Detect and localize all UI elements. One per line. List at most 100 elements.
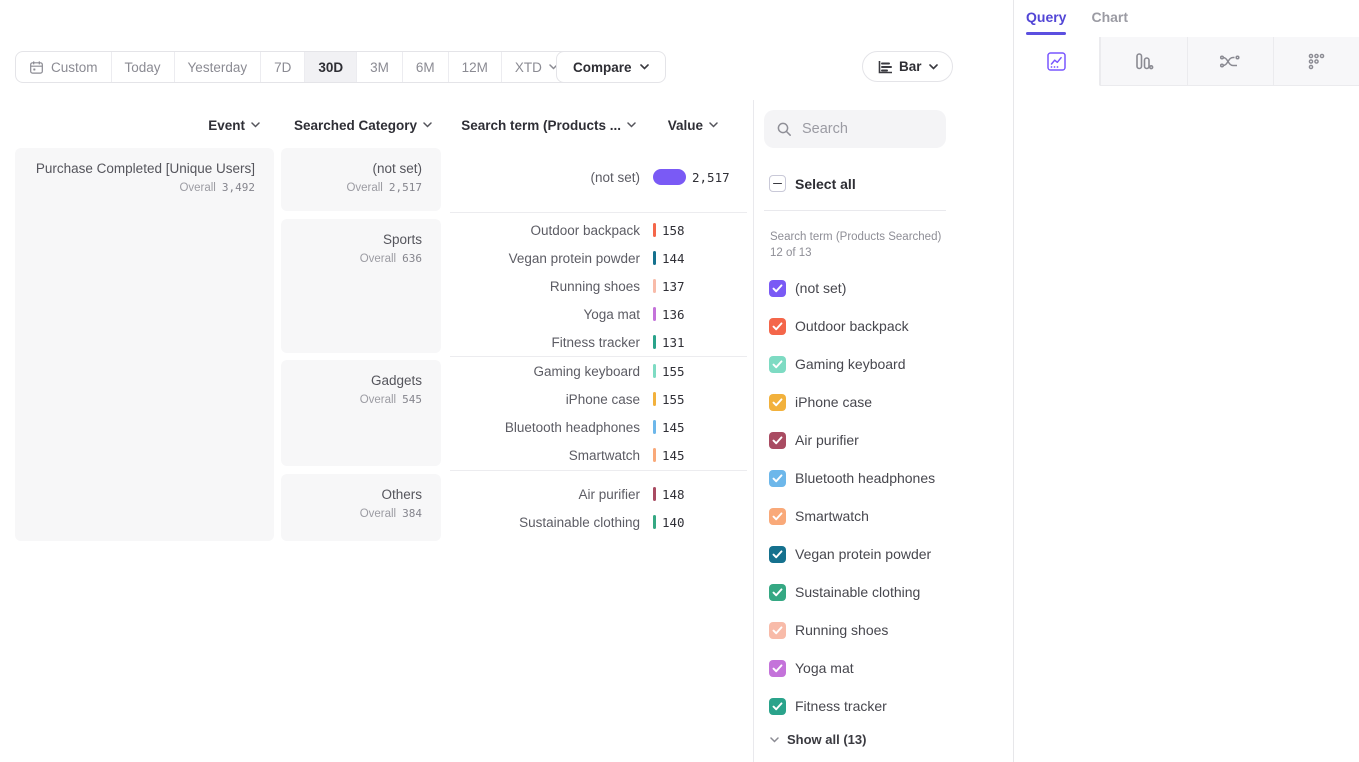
checked-checkbox-icon[interactable]: [769, 432, 786, 449]
column-header-label: Searched Category: [294, 118, 417, 133]
legend-item[interactable]: Outdoor backpack: [769, 307, 999, 345]
checked-checkbox-icon[interactable]: [769, 622, 786, 639]
flows-icon[interactable]: [1187, 37, 1273, 86]
term-row[interactable]: Yoga mat 136: [450, 300, 750, 328]
date-range-today[interactable]: Today: [112, 52, 175, 82]
term-row[interactable]: iPhone case 155: [450, 385, 750, 413]
checked-checkbox-icon[interactable]: [769, 356, 786, 373]
value-text: 140: [662, 515, 685, 530]
checked-checkbox-icon[interactable]: [769, 470, 786, 487]
value-text: 145: [662, 448, 685, 463]
term-label: Smartwatch: [450, 448, 640, 463]
term-row[interactable]: (not set) 2,517: [450, 163, 750, 191]
legend-item[interactable]: Vegan protein powder: [769, 535, 999, 573]
indeterminate-checkbox-icon[interactable]: [769, 175, 786, 192]
show-all-link[interactable]: Show all (13): [770, 732, 866, 747]
event-cell[interactable]: Purchase Completed [Unique Users] Overal…: [15, 148, 274, 541]
checked-checkbox-icon[interactable]: [769, 546, 786, 563]
term-row[interactable]: Bluetooth headphones 145: [450, 413, 750, 441]
column-header-value[interactable]: Value: [650, 117, 718, 133]
legend-item[interactable]: Bluetooth headphones: [769, 459, 999, 497]
legend-search[interactable]: [764, 110, 946, 148]
legend-item[interactable]: (not set): [769, 269, 999, 307]
report-type-tabs: [1014, 37, 1359, 86]
compare-button[interactable]: Compare: [556, 51, 666, 83]
value-text: 136: [662, 307, 685, 322]
panel-divider: [753, 100, 754, 762]
date-range-7d[interactable]: 7D: [261, 52, 305, 82]
checked-checkbox-icon[interactable]: [769, 280, 786, 297]
chevron-down-icon: [640, 64, 649, 70]
term-row[interactable]: Vegan protein powder 144: [450, 244, 750, 272]
column-header-label: Search term (Products ...: [461, 118, 621, 133]
value-text: 155: [662, 364, 685, 379]
event-name: Purchase Completed [Unique Users]: [25, 159, 255, 178]
date-range-label: Yesterday: [188, 60, 248, 75]
term-row[interactable]: Running shoes 137: [450, 272, 750, 300]
legend-item-label: iPhone case: [795, 394, 872, 410]
chevron-down-icon: [929, 64, 938, 70]
insights-icon[interactable]: [1014, 37, 1100, 86]
search-input[interactable]: [802, 121, 922, 137]
checked-checkbox-icon[interactable]: [769, 318, 786, 335]
term-row[interactable]: Sustainable clothing 140: [450, 508, 750, 536]
checked-checkbox-icon[interactable]: [769, 660, 786, 677]
legend-item[interactable]: Sustainable clothing: [769, 573, 999, 611]
date-range-label: Custom: [51, 60, 98, 75]
term-label: Fitness tracker: [450, 335, 640, 350]
date-range-yesterday[interactable]: Yesterday: [175, 52, 262, 82]
category-cell[interactable]: Others Overall384: [281, 474, 441, 541]
sort-chevron-icon: [251, 122, 260, 128]
date-range-label: Today: [125, 60, 161, 75]
tab-chart[interactable]: Chart: [1091, 3, 1128, 35]
value-text: 145: [662, 420, 685, 435]
category-name: Others: [291, 485, 422, 504]
term-row[interactable]: Outdoor backpack 158: [450, 216, 750, 244]
legend-item[interactable]: Yoga mat: [769, 649, 999, 687]
legend-item[interactable]: Fitness tracker: [769, 687, 999, 725]
date-range-custom[interactable]: Custom: [16, 52, 112, 82]
select-all-toggle[interactable]: Select all: [769, 175, 856, 192]
legend-item[interactable]: Gaming keyboard: [769, 345, 999, 383]
date-range-6m[interactable]: 6M: [403, 52, 449, 82]
legend-item[interactable]: Running shoes: [769, 611, 999, 649]
legend-item-label: (not set): [795, 280, 846, 296]
legend-item[interactable]: iPhone case: [769, 383, 999, 421]
value-text: 158: [662, 223, 685, 238]
term-row[interactable]: Gaming keyboard 155: [450, 357, 750, 385]
chart-type-label: Bar: [899, 59, 922, 74]
category-cell[interactable]: (not set) Overall2,517: [281, 148, 441, 211]
legend-item-label: Gaming keyboard: [795, 356, 906, 372]
column-header-search-term[interactable]: Search term (Products ...: [440, 117, 636, 133]
horizontal-bar-chart-icon: [877, 60, 892, 74]
value-text: 155: [662, 392, 685, 407]
term-row[interactable]: Smartwatch 145: [450, 441, 750, 469]
column-header-searched-category[interactable]: Searched Category: [281, 117, 432, 133]
checked-checkbox-icon[interactable]: [769, 394, 786, 411]
funnels-icon[interactable]: [1100, 37, 1186, 86]
checked-checkbox-icon[interactable]: [769, 584, 786, 601]
chevron-down-icon: [770, 737, 779, 743]
sort-chevron-icon: [709, 122, 718, 128]
chart-type-select[interactable]: Bar: [862, 51, 953, 82]
date-range-12m[interactable]: 12M: [449, 52, 502, 82]
date-range-label: 7D: [274, 60, 291, 75]
term-row[interactable]: Air purifier 148: [450, 480, 750, 508]
date-range-30d[interactable]: 30D: [305, 52, 357, 82]
date-range-label: 30D: [318, 60, 343, 75]
row-group-divider: [450, 212, 747, 213]
checked-checkbox-icon[interactable]: [769, 698, 786, 715]
category-cell[interactable]: Sports Overall636: [281, 219, 441, 353]
column-header-event[interactable]: Event: [15, 117, 260, 133]
legend-item[interactable]: Smartwatch: [769, 497, 999, 535]
value-bar: [653, 335, 656, 349]
legend-item-label: Fitness tracker: [795, 698, 887, 714]
category-cell[interactable]: Gadgets Overall545: [281, 360, 441, 466]
legend-item-label: Air purifier: [795, 432, 859, 448]
checked-checkbox-icon[interactable]: [769, 508, 786, 525]
legend-item[interactable]: Air purifier: [769, 421, 999, 459]
date-range-3m[interactable]: 3M: [357, 52, 403, 82]
retention-icon[interactable]: [1273, 37, 1359, 86]
term-row[interactable]: Fitness tracker 131: [450, 328, 750, 356]
tab-query[interactable]: Query: [1026, 3, 1066, 35]
